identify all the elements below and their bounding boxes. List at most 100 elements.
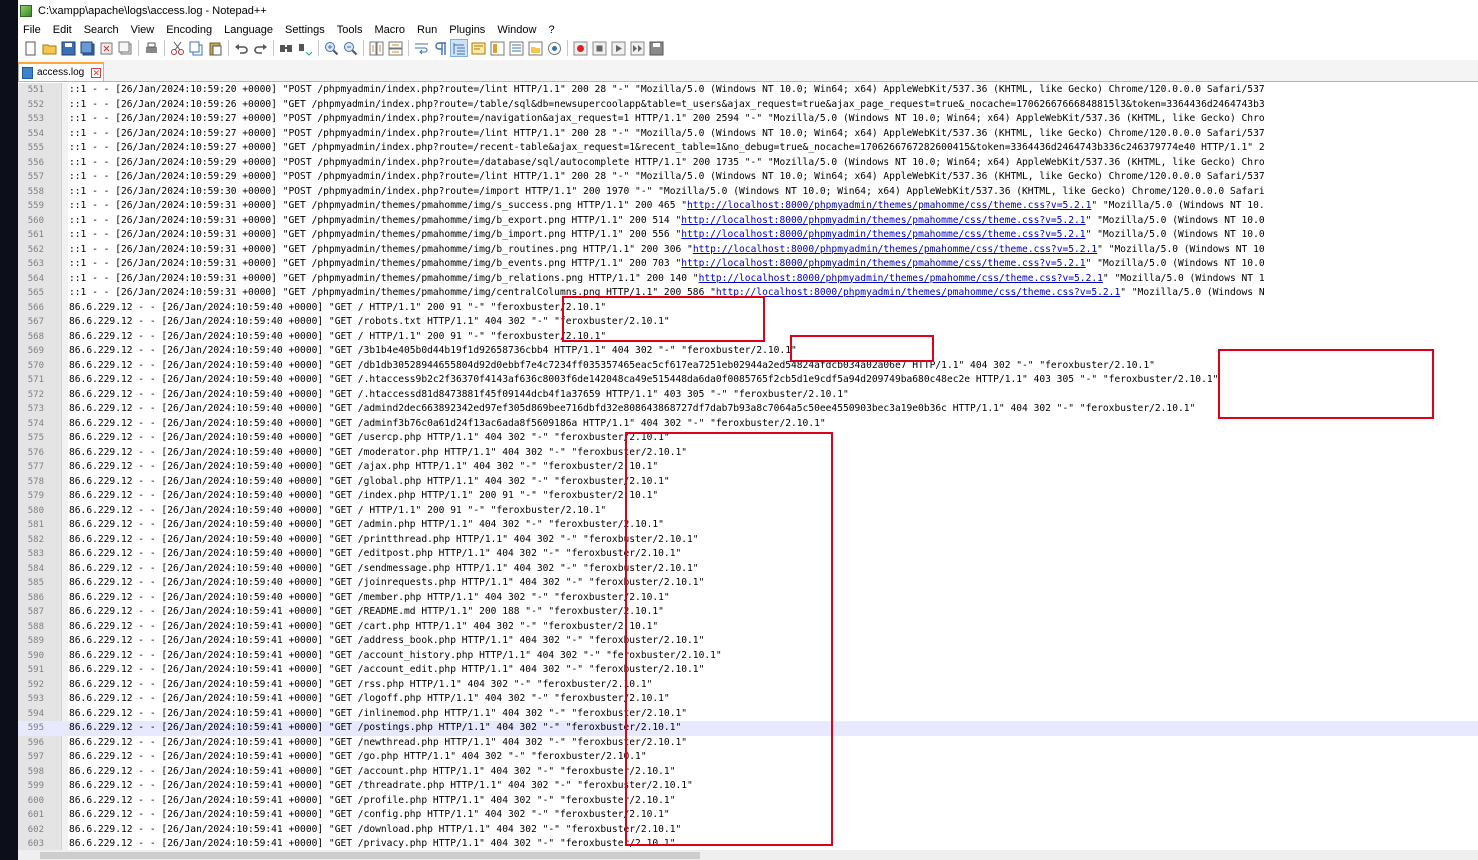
editor-line[interactable]: 590 86.6.229.12 - - [26/Jan/2024:10:59:41…	[18, 649, 1478, 664]
editor-line[interactable]: 580 86.6.229.12 - - [26/Jan/2024:10:59:40…	[18, 504, 1478, 519]
stop-recording-icon[interactable]	[591, 40, 607, 56]
editor-line[interactable]: 592 86.6.229.12 - - [26/Jan/2024:10:59:41…	[18, 678, 1478, 693]
sync-vertical-icon[interactable]	[368, 40, 384, 56]
editor-line[interactable]: 564::1 - - [26/Jan/2024:10:59:31 +0000] …	[18, 272, 1478, 287]
editor-line[interactable]: 574 86.6.229.12 - - [26/Jan/2024:10:59:40…	[18, 417, 1478, 432]
editor-line[interactable]: 588 86.6.229.12 - - [26/Jan/2024:10:59:41…	[18, 620, 1478, 635]
editor-line[interactable]: 602 86.6.229.12 - - [26/Jan/2024:10:59:41…	[18, 823, 1478, 838]
zoom-out-icon[interactable]	[342, 40, 358, 56]
document-map-icon[interactable]	[489, 40, 505, 56]
editor-line[interactable]: 601 86.6.229.12 - - [26/Jan/2024:10:59:41…	[18, 808, 1478, 823]
menu-window[interactable]: Window	[491, 24, 542, 36]
redo-icon[interactable]	[252, 40, 268, 56]
editor-line[interactable]: 591 86.6.229.12 - - [26/Jan/2024:10:59:41…	[18, 663, 1478, 678]
editor-line[interactable]: 593 86.6.229.12 - - [26/Jan/2024:10:59:41…	[18, 692, 1478, 707]
editor-line[interactable]: 597 86.6.229.12 - - [26/Jan/2024:10:59:41…	[18, 750, 1478, 765]
editor-line[interactable]: 553::1 - - [26/Jan/2024:10:59:27 +0000] …	[18, 112, 1478, 127]
editor-line[interactable]: 584 86.6.229.12 - - [26/Jan/2024:10:59:40…	[18, 562, 1478, 577]
user-defined-language-icon[interactable]	[470, 40, 486, 56]
editor-line[interactable]: 573 86.6.229.12 - - [26/Jan/2024:10:59:40…	[18, 402, 1478, 417]
find-icon[interactable]	[278, 40, 294, 56]
editor-line[interactable]: 568 86.6.229.12 - - [26/Jan/2024:10:59:40…	[18, 330, 1478, 345]
editor-line[interactable]: 557::1 - - [26/Jan/2024:10:59:29 +0000] …	[18, 170, 1478, 185]
indent-guide-icon[interactable]	[450, 39, 468, 57]
menu-settings[interactable]: Settings	[279, 24, 331, 36]
close-all-icon[interactable]	[117, 40, 133, 56]
tab-access-log[interactable]: access.log ✕	[18, 62, 104, 81]
menu-file[interactable]: File	[18, 24, 47, 36]
referrer-link[interactable]: http://localhost:8000/phpmyadmin/themes/…	[699, 273, 1103, 284]
editor-line[interactable]: 554::1 - - [26/Jan/2024:10:59:27 +0000] …	[18, 127, 1478, 142]
editor-line[interactable]: 575 86.6.229.12 - - [26/Jan/2024:10:59:40…	[18, 431, 1478, 446]
referrer-link[interactable]: http://localhost:8000/phpmyadmin/themes/…	[693, 244, 1097, 255]
editor-line[interactable]: 583 86.6.229.12 - - [26/Jan/2024:10:59:40…	[18, 547, 1478, 562]
menu-macro[interactable]: Macro	[368, 24, 411, 36]
zoom-in-icon[interactable]	[323, 40, 339, 56]
cut-icon[interactable]	[169, 40, 185, 56]
editor-line[interactable]: 576 86.6.229.12 - - [26/Jan/2024:10:59:40…	[18, 446, 1478, 461]
editor-line[interactable]: 555::1 - - [26/Jan/2024:10:59:27 +0000] …	[18, 141, 1478, 156]
save-macro-icon[interactable]	[648, 40, 664, 56]
print-icon[interactable]	[143, 40, 159, 56]
editor-line[interactable]: 571 86.6.229.12 - - [26/Jan/2024:10:59:40…	[18, 373, 1478, 388]
save-all-icon[interactable]	[79, 40, 95, 56]
folder-as-workspace-icon[interactable]	[527, 40, 543, 56]
editor-line[interactable]: 569 86.6.229.12 - - [26/Jan/2024:10:59:40…	[18, 344, 1478, 359]
run-macro-multiple-icon[interactable]	[629, 40, 645, 56]
copy-icon[interactable]	[188, 40, 204, 56]
editor-line[interactable]: 598 86.6.229.12 - - [26/Jan/2024:10:59:41…	[18, 765, 1478, 780]
referrer-link[interactable]: http://localhost:8000/phpmyadmin/themes/…	[687, 200, 1091, 211]
editor-line[interactable]: 599 86.6.229.12 - - [26/Jan/2024:10:59:41…	[18, 779, 1478, 794]
editor-line[interactable]: 600 86.6.229.12 - - [26/Jan/2024:10:59:41…	[18, 794, 1478, 809]
editor-line[interactable]: 579 86.6.229.12 - - [26/Jan/2024:10:59:40…	[18, 489, 1478, 504]
editor-line[interactable]: 578 86.6.229.12 - - [26/Jan/2024:10:59:40…	[18, 475, 1478, 490]
editor-line[interactable]: 565::1 - - [26/Jan/2024:10:59:31 +0000] …	[18, 286, 1478, 301]
editor-line[interactable]: 558::1 - - [26/Jan/2024:10:59:30 +0000] …	[18, 185, 1478, 200]
editor-line[interactable]: 589 86.6.229.12 - - [26/Jan/2024:10:59:41…	[18, 634, 1478, 649]
editor-line[interactable]: 563::1 - - [26/Jan/2024:10:59:31 +0000] …	[18, 257, 1478, 272]
menu-encoding[interactable]: Encoding	[160, 24, 218, 36]
scrollbar-thumb[interactable]	[40, 852, 700, 859]
title-bar[interactable]: C:\xampp\apache\logs\access.log - Notepa…	[18, 0, 1478, 22]
referrer-link[interactable]: http://localhost:8000/phpmyadmin/themes/…	[716, 287, 1120, 298]
word-wrap-icon[interactable]	[413, 40, 429, 56]
monitoring-icon[interactable]	[546, 40, 562, 56]
editor-line[interactable]: 572 86.6.229.12 - - [26/Jan/2024:10:59:40…	[18, 388, 1478, 403]
referrer-link[interactable]: http://localhost:8000/phpmyadmin/themes/…	[681, 215, 1085, 226]
menu-edit[interactable]: Edit	[47, 24, 78, 36]
editor-line[interactable]: 586 86.6.229.12 - - [26/Jan/2024:10:59:40…	[18, 591, 1478, 606]
replace-icon[interactable]	[297, 40, 313, 56]
menu-language[interactable]: Language	[218, 24, 279, 36]
editor-area[interactable]: 551::1 - - [26/Jan/2024:10:59:20 +0000] …	[18, 83, 1478, 850]
editor-line[interactable]: 559::1 - - [26/Jan/2024:10:59:31 +0000] …	[18, 199, 1478, 214]
editor-line[interactable]: 603 86.6.229.12 - - [26/Jan/2024:10:59:41…	[18, 837, 1478, 850]
editor-line[interactable]: 585 86.6.229.12 - - [26/Jan/2024:10:59:40…	[18, 576, 1478, 591]
referrer-link[interactable]: http://localhost:8000/phpmyadmin/themes/…	[681, 258, 1085, 269]
editor-line[interactable]: 582 86.6.229.12 - - [26/Jan/2024:10:59:40…	[18, 533, 1478, 548]
menu-view[interactable]: View	[125, 24, 161, 36]
editor-line[interactable]: 556::1 - - [26/Jan/2024:10:59:29 +0000] …	[18, 156, 1478, 171]
referrer-link[interactable]: http://localhost:8000/phpmyadmin/themes/…	[681, 229, 1085, 240]
editor-line[interactable]: 596 86.6.229.12 - - [26/Jan/2024:10:59:41…	[18, 736, 1478, 751]
menu-tools[interactable]: Tools	[331, 24, 369, 36]
menu-help[interactable]: ?	[542, 24, 560, 36]
editor-line[interactable]: 552::1 - - [26/Jan/2024:10:59:26 +0000] …	[18, 98, 1478, 113]
editor-line[interactable]: 566 86.6.229.12 - - [26/Jan/2024:10:59:40…	[18, 301, 1478, 316]
show-all-characters-icon[interactable]	[432, 40, 448, 56]
undo-icon[interactable]	[233, 40, 249, 56]
editor-line[interactable]: 587 86.6.229.12 - - [26/Jan/2024:10:59:41…	[18, 605, 1478, 620]
editor-line[interactable]: 551::1 - - [26/Jan/2024:10:59:20 +0000] …	[18, 83, 1478, 98]
new-file-icon[interactable]	[22, 40, 38, 56]
editor-line[interactable]: 581 86.6.229.12 - - [26/Jan/2024:10:59:40…	[18, 518, 1478, 533]
tab-close-icon[interactable]: ✕	[91, 67, 102, 78]
play-macro-icon[interactable]	[610, 40, 626, 56]
menu-run[interactable]: Run	[411, 24, 443, 36]
open-file-icon[interactable]	[41, 40, 57, 56]
record-macro-icon[interactable]	[572, 40, 588, 56]
function-list-icon[interactable]	[508, 40, 524, 56]
editor-line[interactable]: 562::1 - - [26/Jan/2024:10:59:31 +0000] …	[18, 243, 1478, 258]
editor-line[interactable]: 567 86.6.229.12 - - [26/Jan/2024:10:59:40…	[18, 315, 1478, 330]
close-icon[interactable]	[98, 40, 114, 56]
paste-icon[interactable]	[207, 40, 223, 56]
editor-line[interactable]: 595 86.6.229.12 - - [26/Jan/2024:10:59:41…	[18, 721, 1478, 736]
